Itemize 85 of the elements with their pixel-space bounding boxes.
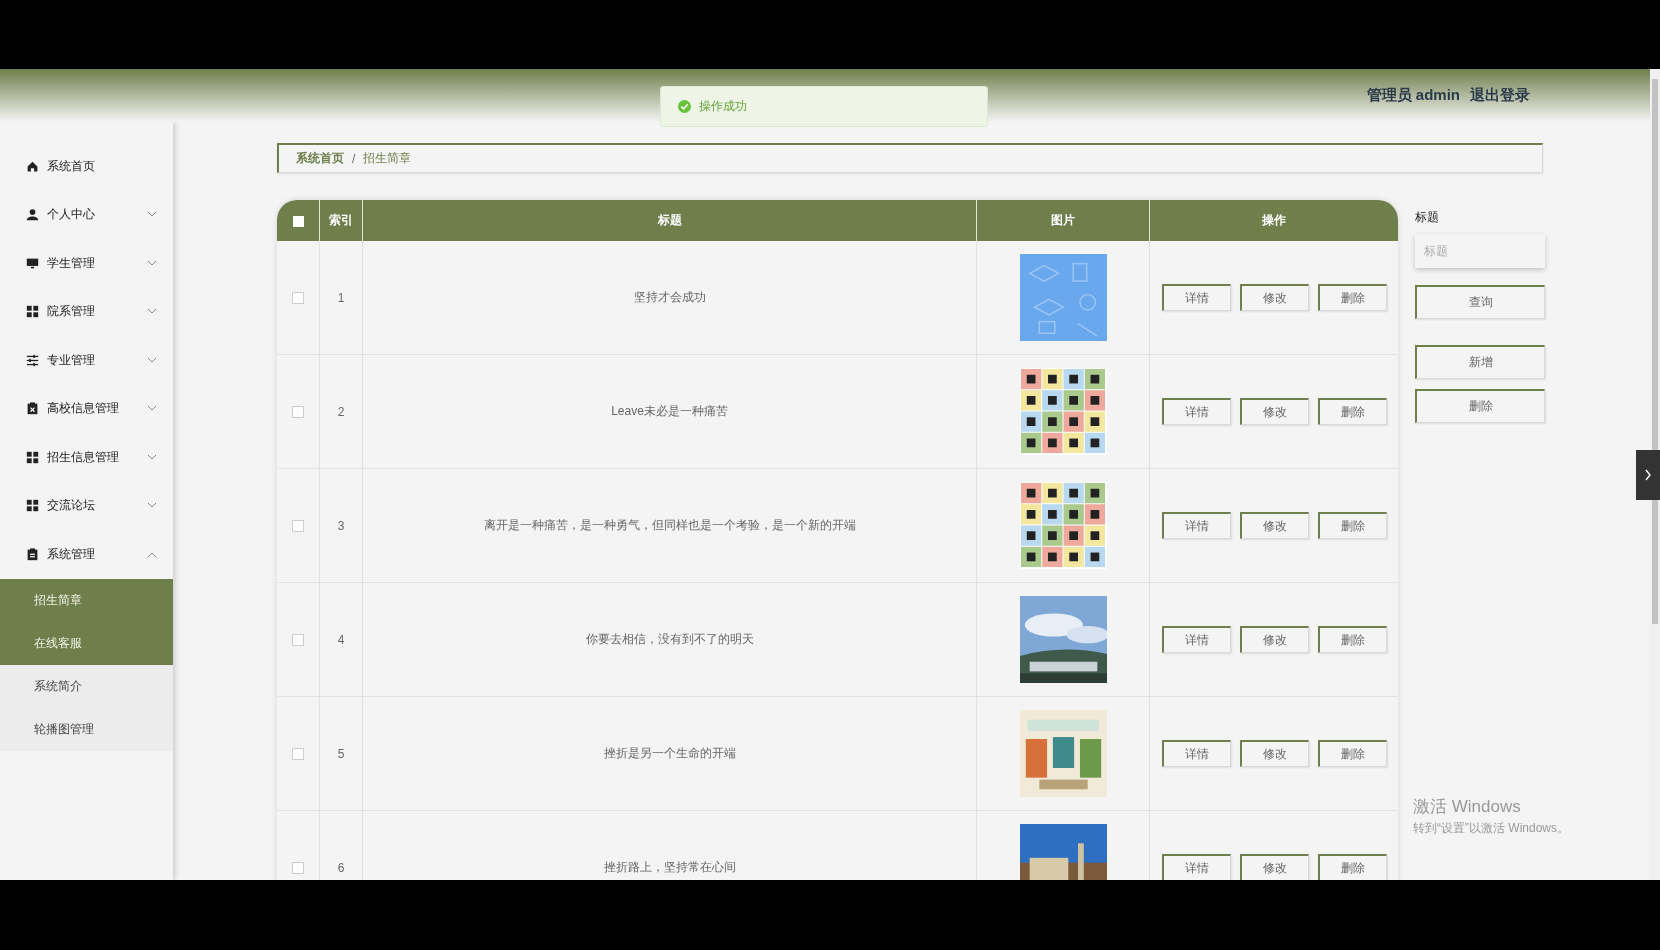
table-cell: 5 (320, 697, 363, 811)
search-button[interactable]: 查询 (1415, 285, 1545, 319)
clipboard-icon (26, 547, 39, 561)
add-button[interactable]: 新增 (1415, 345, 1545, 379)
menu-item[interactable]: 院系管理 (0, 287, 173, 336)
table-cell: 你要去相信，没有到不了的明天 (363, 583, 977, 697)
chevron-down-icon (147, 308, 157, 316)
table-cell: Leave未必是一种痛苦 (363, 355, 977, 469)
chevron-down-icon (147, 453, 157, 461)
menu-item[interactable]: 系统管理 (0, 530, 173, 579)
title-search-field[interactable]: 标题 (1415, 234, 1545, 268)
details-button[interactable]: 详情 (1161, 512, 1231, 539)
row-checkbox[interactable] (292, 520, 304, 533)
submenu-item[interactable]: 招生简章 (0, 578, 173, 622)
details-button[interactable]: 详情 (1161, 626, 1231, 653)
delete-button[interactable]: 删除 (1317, 626, 1387, 653)
row-checkbox[interactable] (292, 748, 304, 761)
table-cell: 挫折是另一个生命的开端 (363, 697, 977, 811)
row-checkbox[interactable] (292, 862, 304, 875)
delete-button[interactable]: 删除 (1317, 854, 1387, 880)
grid-icon (26, 305, 39, 319)
edit-button[interactable]: 修改 (1239, 626, 1309, 653)
user-name: 管理员 admin (1366, 86, 1460, 105)
menu-item[interactable]: 学生管理 (0, 239, 173, 288)
delete-button[interactable]: 删除 (1317, 284, 1387, 311)
submenu-item[interactable]: 轮播图管理 (0, 707, 173, 751)
chevron-up-icon (147, 550, 157, 558)
delete-button[interactable]: 删除 (1317, 740, 1387, 767)
table-cell: 离开是一种痛苦，是一种勇气，但同样也是一个考验，是一个新的开端 (363, 469, 977, 583)
select-all-checkbox[interactable] (292, 215, 304, 227)
details-button[interactable]: 详情 (1161, 284, 1231, 311)
menu-item[interactable]: 交流论坛 (0, 481, 173, 530)
menu-item[interactable]: 招生信息管理 (0, 433, 173, 482)
column-header: 操作 (1150, 200, 1398, 241)
menu-item[interactable]: 个人中心 (0, 190, 173, 239)
menu-item[interactable]: 系统首页 (0, 142, 173, 191)
table-cell: 3 (320, 469, 363, 583)
table-cell: 坚持才会成功 (363, 241, 977, 355)
chevron-down-icon (147, 211, 157, 219)
chevron-down-icon (147, 356, 157, 364)
sliders-icon (26, 353, 39, 367)
grid-icon (26, 450, 39, 464)
details-button[interactable]: 详情 (1161, 854, 1231, 880)
column-header: 图片 (977, 200, 1150, 241)
user-icon (26, 208, 39, 222)
row-checkbox[interactable] (292, 406, 304, 419)
chevron-down-icon (147, 502, 157, 510)
table-cell: 4 (320, 583, 363, 697)
table-cell: 1 (320, 241, 363, 355)
drawer-toggle[interactable] (1636, 450, 1660, 500)
scrollbar[interactable] (1650, 69, 1660, 880)
column-header: 标题 (363, 200, 977, 241)
delete-button[interactable]: 删除 (1317, 398, 1387, 425)
chevron-down-icon (147, 259, 157, 267)
menu-item[interactable]: 高校信息管理 (0, 384, 173, 433)
logout-link[interactable]: 退出登录 (1470, 86, 1530, 105)
table-cell: 2 (320, 355, 363, 469)
edit-button[interactable]: 修改 (1239, 512, 1309, 539)
details-button[interactable]: 详情 (1161, 740, 1231, 767)
chevron-down-icon (147, 405, 157, 413)
edit-button[interactable]: 修改 (1239, 284, 1309, 311)
submenu-item[interactable]: 在线客服 (0, 621, 173, 665)
clipboard-icon (26, 402, 39, 416)
grid-icon (26, 499, 39, 513)
monitor-icon (26, 256, 39, 270)
edit-button[interactable]: 修改 (1239, 854, 1309, 880)
field-label: 标题 (1415, 209, 1440, 226)
menu-item[interactable]: 专业管理 (0, 336, 173, 385)
breadcrumb-separator: / (352, 151, 356, 166)
row-checkbox[interactable] (292, 634, 304, 647)
edit-button[interactable]: 修改 (1239, 740, 1309, 767)
check-circle-icon (678, 100, 691, 113)
delete-button[interactable]: 删除 (1415, 389, 1545, 423)
column-header: 索引 (320, 200, 363, 241)
edit-button[interactable]: 修改 (1239, 398, 1309, 425)
activation-text: 转到“设置”以激活 Windows。 (1413, 820, 1569, 837)
activation-title: 激活 Windows (1413, 796, 1522, 818)
delete-button[interactable]: 删除 (1317, 512, 1387, 539)
details-button[interactable]: 详情 (1161, 398, 1231, 425)
toast-message: 操作成功 (699, 98, 747, 115)
chevron-right-icon (1644, 469, 1652, 481)
home-icon (26, 159, 39, 173)
row-checkbox[interactable] (292, 292, 304, 305)
breadcrumb-link[interactable]: 系统首页 (296, 150, 344, 167)
submenu-item[interactable]: 系统简介 (0, 664, 173, 708)
